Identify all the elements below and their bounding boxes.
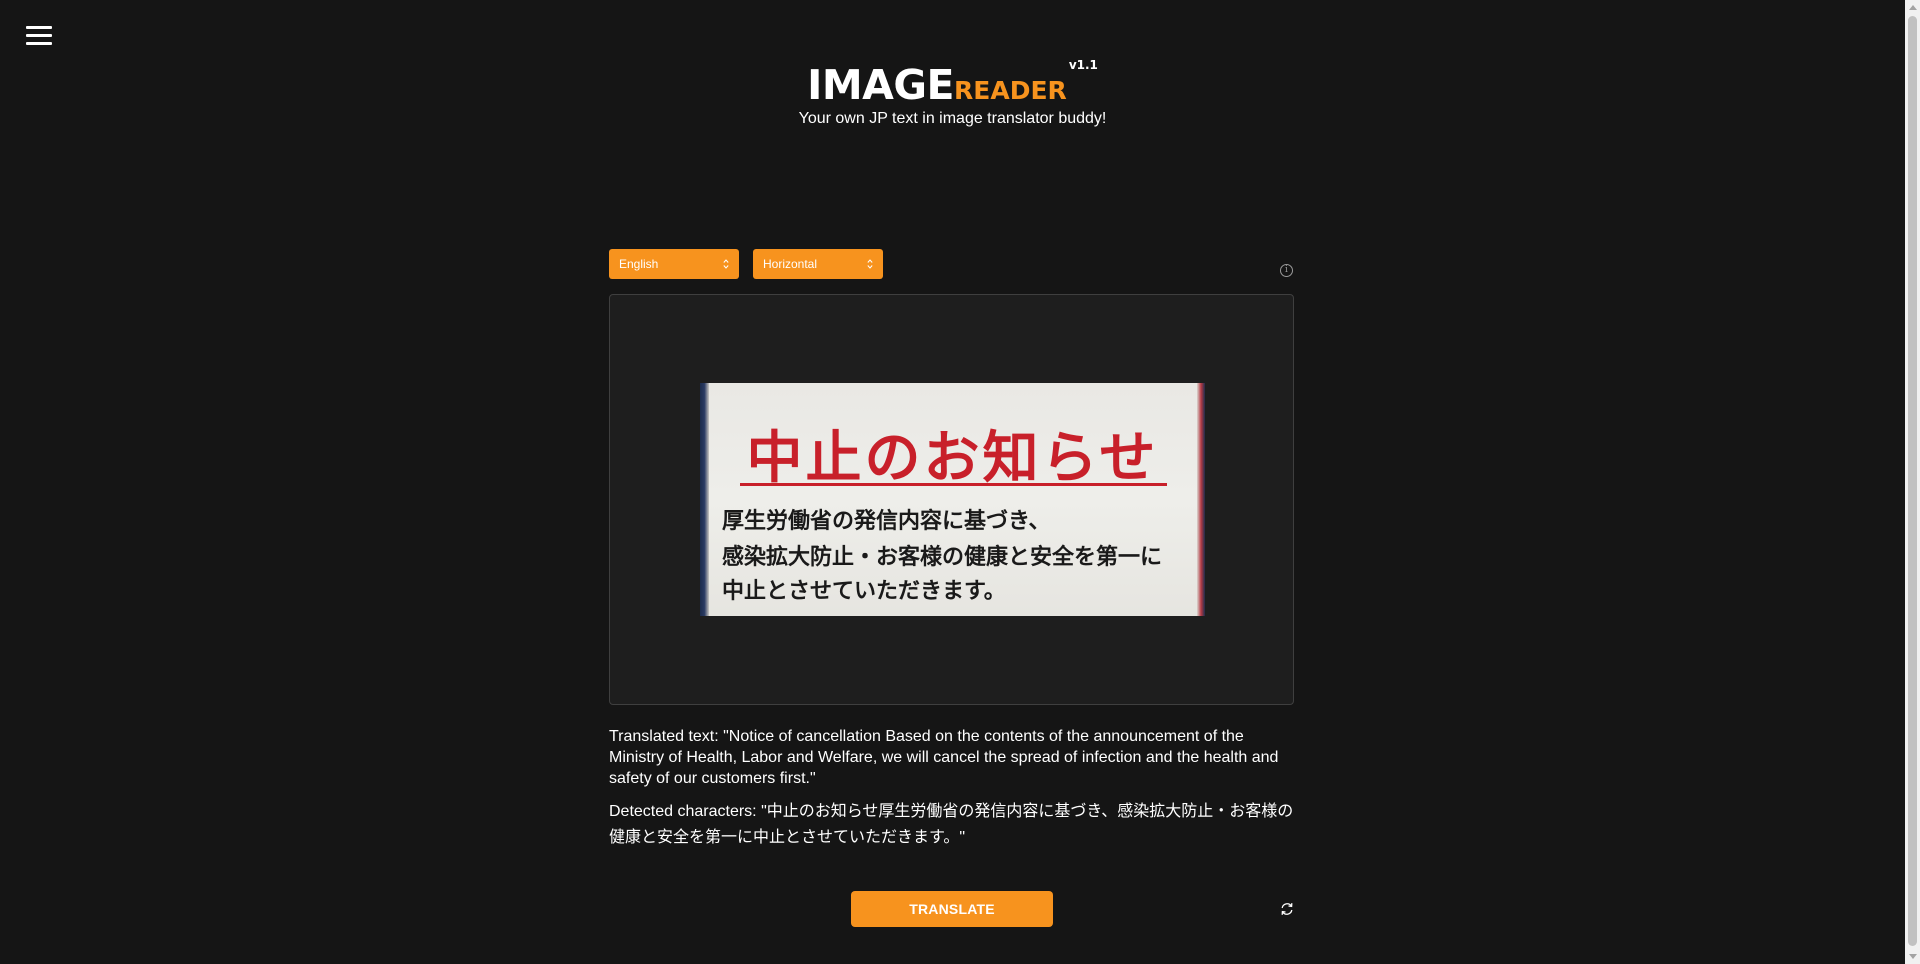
translated-text: Translated text: "Notice of cancellation… [609,728,1279,787]
translate-button[interactable]: TRANSLATE [851,891,1053,927]
sign-line: 感染拡大防止・お客様の健康と安全を第一に [722,545,1163,570]
info-icon[interactable]: i [1280,264,1293,277]
page-scrollbar[interactable] [1905,0,1920,964]
tagline: Your own JP text in image translator bud… [798,110,1107,127]
image-drop-area[interactable]: 中止のお知らせ 厚生労働省の発信内容に基づき、 感染拡大防止・お客様の健康と安全… [609,294,1294,705]
sign-line: 厚生労働省の発信内容に基づき、 [722,509,1051,534]
sign-title: 中止のお知らせ [746,426,1159,491]
language-select[interactable]: English [609,249,739,279]
scroll-thumb[interactable] [1908,16,1917,946]
scroll-up-icon[interactable] [1909,5,1917,10]
refresh-icon[interactable] [1280,902,1294,916]
logo-image-text: IMAGE [807,61,955,109]
sign-line: 中止とさせていただきます。 [722,579,1006,604]
select-chevron-icon [723,259,729,269]
hamburger-menu-icon[interactable] [26,24,52,46]
orientation-select-value: Horizontal [763,257,818,271]
detected-characters: Detected characters: "中止のお知らせ厚生労働省の発信内容に… [609,803,1294,846]
scroll-down-icon[interactable] [1909,954,1917,959]
uploaded-image: 中止のお知らせ 厚生労働省の発信内容に基づき、 感染拡大防止・お客様の健康と安全… [700,383,1205,616]
translation-result: Translated text: "Notice of cancellation… [609,726,1299,851]
version-badge: v1.1 [1068,58,1098,72]
select-chevron-icon [867,259,873,269]
language-select-value: English [619,257,659,271]
logo-reader-text: READER [954,76,1067,105]
app-page: IMAGEREADERv1.1 Your own JP text in imag… [0,0,1905,964]
orientation-select[interactable]: Horizontal [753,249,883,279]
app-logo: IMAGEREADERv1.1 [0,58,1905,109]
